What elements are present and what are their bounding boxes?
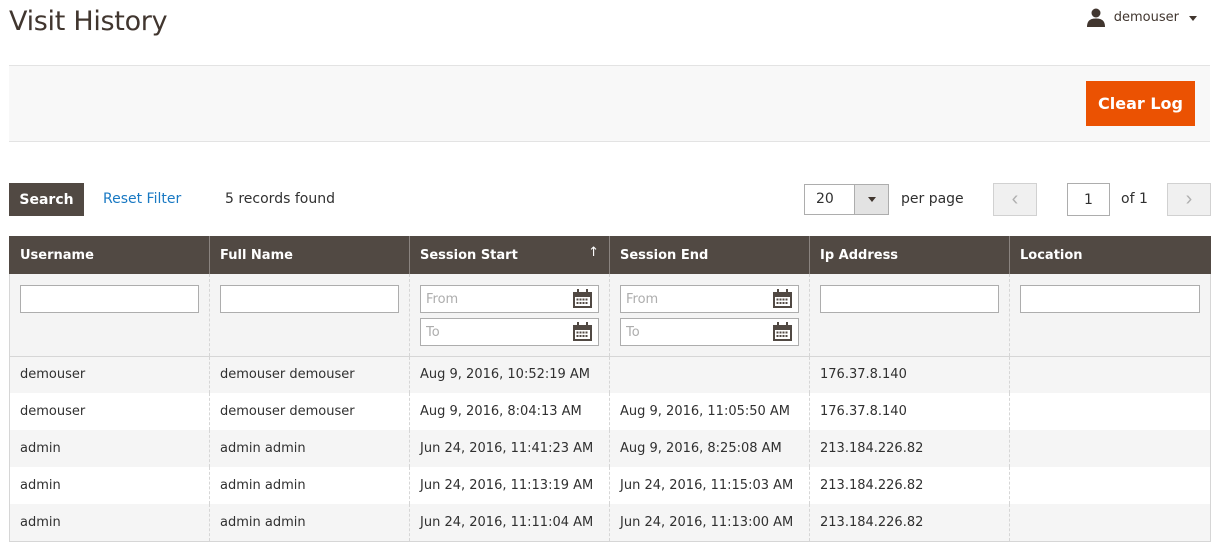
filter-row xyxy=(9,274,1211,357)
column-header-ip-address[interactable]: Ip Address xyxy=(809,236,1010,274)
column-header-username[interactable]: Username xyxy=(9,236,210,274)
cell-username: admin xyxy=(9,504,210,542)
user-name: demouser xyxy=(1113,9,1179,25)
session-start-to-field xyxy=(420,318,599,346)
table-row[interactable]: admin admin admin Jun 24, 2016, 11:41:23… xyxy=(9,430,1211,467)
previous-page-button[interactable]: ‹ xyxy=(993,183,1037,216)
calendar-icon[interactable] xyxy=(572,289,593,309)
chevron-down-icon xyxy=(1189,15,1197,21)
grid-toolbar: Search Reset Filter 5 records found 20 p… xyxy=(9,183,1211,216)
cell-full-name: demouser demouser xyxy=(209,356,410,393)
cell-session-start: Aug 9, 2016, 8:04:13 AM xyxy=(409,393,610,430)
table-row[interactable]: admin admin admin Jun 24, 2016, 11:13:19… xyxy=(9,467,1211,504)
page-number-input[interactable] xyxy=(1067,183,1110,216)
chevron-down-icon xyxy=(867,197,876,202)
cell-ip-address: 213.184.226.82 xyxy=(809,467,1010,504)
next-page-button[interactable]: › xyxy=(1167,183,1211,216)
user-account-menu[interactable]: demouser xyxy=(1086,7,1197,27)
cell-ip-address: 176.37.8.140 xyxy=(809,356,1010,393)
session-end-from-field xyxy=(620,285,799,313)
table-row[interactable]: demouser demouser demouser Aug 9, 2016, … xyxy=(9,356,1211,393)
per-page-label: per page xyxy=(901,191,964,207)
cell-location xyxy=(1009,393,1211,430)
filter-cell-username xyxy=(9,274,210,357)
calendar-icon[interactable] xyxy=(772,322,793,342)
cell-full-name: admin admin xyxy=(209,467,410,504)
cell-session-end xyxy=(609,356,810,393)
user-icon xyxy=(1086,8,1105,27)
page-title: Visit History xyxy=(9,6,168,37)
calendar-icon[interactable] xyxy=(772,289,793,309)
column-header-session-start[interactable]: Session Start ↑ xyxy=(409,236,610,274)
per-page-value: 20 xyxy=(816,191,834,207)
filter-cell-session-start xyxy=(409,274,610,357)
cell-full-name: demouser demouser xyxy=(209,393,410,430)
sort-ascending-icon: ↑ xyxy=(588,245,599,260)
cell-session-start: Jun 24, 2016, 11:13:19 AM xyxy=(409,467,610,504)
chevron-left-icon: ‹ xyxy=(1011,188,1019,210)
page-total: of 1 xyxy=(1121,191,1148,207)
cell-session-start: Jun 24, 2016, 11:41:23 AM xyxy=(409,430,610,467)
table-row[interactable]: admin admin admin Jun 24, 2016, 11:11:04… xyxy=(9,504,1211,542)
cell-full-name: admin admin xyxy=(209,504,410,542)
search-button[interactable]: Search xyxy=(9,183,84,216)
cell-username: demouser xyxy=(9,393,210,430)
table-row[interactable]: demouser demouser demouser Aug 9, 2016, … xyxy=(9,393,1211,430)
cell-ip-address: 213.184.226.82 xyxy=(809,504,1010,542)
column-header-location[interactable]: Location xyxy=(1009,236,1211,274)
cell-session-start: Jun 24, 2016, 11:11:04 AM xyxy=(409,504,610,542)
cell-location xyxy=(1009,467,1211,504)
filter-cell-location xyxy=(1009,274,1211,357)
cell-location xyxy=(1009,504,1211,542)
cell-username: admin xyxy=(9,467,210,504)
cell-session-end: Jun 24, 2016, 11:15:03 AM xyxy=(609,467,810,504)
cell-session-end: Aug 9, 2016, 8:25:08 AM xyxy=(609,430,810,467)
grid-header-row: Username Full Name Session Start ↑ Sessio… xyxy=(9,236,1211,274)
calendar-icon[interactable] xyxy=(572,322,593,342)
full-name-filter-input[interactable] xyxy=(220,285,399,313)
username-filter-input[interactable] xyxy=(20,285,199,313)
ip-address-filter-input[interactable] xyxy=(820,285,999,313)
location-filter-input[interactable] xyxy=(1020,285,1200,313)
cell-ip-address: 213.184.226.82 xyxy=(809,430,1010,467)
cell-location xyxy=(1009,356,1211,393)
per-page-select[interactable]: 20 xyxy=(804,184,889,215)
cell-ip-address: 176.37.8.140 xyxy=(809,393,1010,430)
visit-history-grid: Username Full Name Session Start ↑ Sessio… xyxy=(9,236,1211,542)
chevron-right-icon: › xyxy=(1185,188,1193,210)
cell-username: admin xyxy=(9,430,210,467)
records-count: 5 records found xyxy=(225,191,335,207)
cell-session-end: Jun 24, 2016, 11:13:00 AM xyxy=(609,504,810,542)
cell-username: demouser xyxy=(9,356,210,393)
filter-cell-session-end xyxy=(609,274,810,357)
filter-cell-full-name xyxy=(209,274,410,357)
cell-session-start: Aug 9, 2016, 10:52:19 AM xyxy=(409,356,610,393)
column-header-session-end[interactable]: Session End xyxy=(609,236,810,274)
filter-cell-ip-address xyxy=(809,274,1010,357)
cell-session-end: Aug 9, 2016, 11:05:50 AM xyxy=(609,393,810,430)
column-header-full-name[interactable]: Full Name xyxy=(209,236,410,274)
cell-location xyxy=(1009,430,1211,467)
clear-log-button[interactable]: Clear Log xyxy=(1086,81,1195,126)
page-actions-bar: Clear Log xyxy=(9,65,1210,142)
per-page-dropdown-button[interactable] xyxy=(854,185,888,214)
reset-filter-link[interactable]: Reset Filter xyxy=(103,191,181,207)
session-start-from-field xyxy=(420,285,599,313)
cell-full-name: admin admin xyxy=(209,430,410,467)
session-end-to-field xyxy=(620,318,799,346)
